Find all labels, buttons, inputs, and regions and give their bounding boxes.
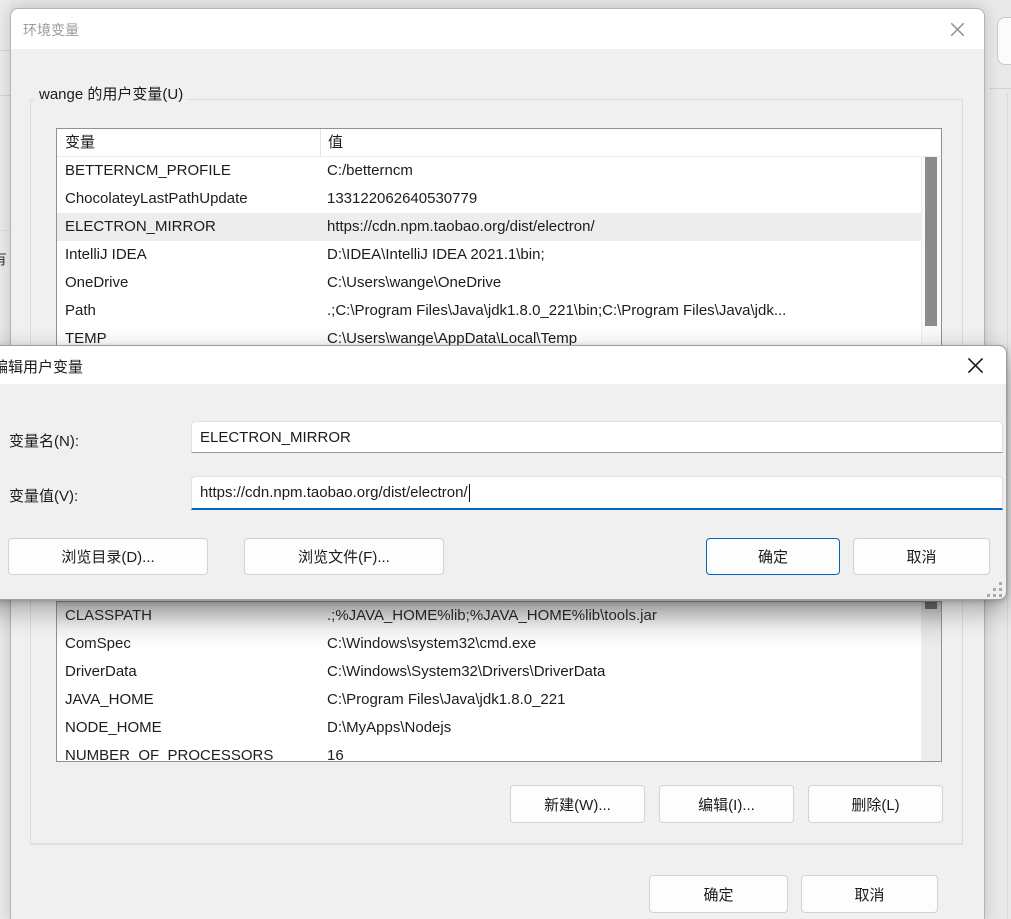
cell-variable: ChocolateyLastPathUpdate: [57, 185, 320, 213]
divider: [30, 844, 963, 845]
cell-variable: ELECTRON_MIRROR: [57, 213, 320, 241]
variable-value-input[interactable]: https://cdn.npm.taobao.org/dist/electron…: [191, 476, 1003, 510]
cell-variable: CLASSPATH: [57, 602, 320, 630]
cell-variable: DriverData: [57, 658, 320, 686]
variable-value-label: 变量值(V):: [9, 485, 78, 506]
close-icon: [950, 22, 965, 37]
cell-value: C:/betterncm: [320, 157, 941, 185]
table-row[interactable]: CLASSPATH .;%JAVA_HOME%lib;%JAVA_HOME%li…: [57, 602, 941, 630]
table-row[interactable]: OneDrive C:\Users\wange\OneDrive: [57, 269, 941, 297]
cell-variable: ComSpec: [57, 630, 320, 658]
env-dialog-title: 环境变量: [23, 20, 79, 40]
edit-close-button[interactable]: [962, 353, 988, 377]
cell-value: .;%JAVA_HOME%lib;%JAVA_HOME%lib\tools.ja…: [320, 602, 941, 630]
table-row[interactable]: ComSpec C:\Windows\system32\cmd.exe: [57, 630, 941, 658]
column-header-value[interactable]: 值: [320, 129, 941, 156]
cell-variable: BETTERNCM_PROFILE: [57, 157, 320, 185]
env-ok-button[interactable]: 确定: [649, 875, 788, 913]
system-variables-table: CLASSPATH .;%JAVA_HOME%lib;%JAVA_HOME%li…: [56, 601, 942, 762]
table-row[interactable]: NODE_HOME D:\MyApps\Nodejs: [57, 714, 941, 742]
cell-variable: JAVA_HOME: [57, 686, 320, 714]
column-header-variable[interactable]: 变量: [57, 129, 320, 156]
divider: [0, 95, 10, 96]
table-row-selected[interactable]: ELECTRON_MIRROR https://cdn.npm.taobao.o…: [57, 213, 941, 241]
browse-file-button[interactable]: 浏览文件(F)...: [244, 538, 444, 575]
divider: [0, 50, 10, 51]
table-row[interactable]: DriverData C:\Windows\System32\Drivers\D…: [57, 658, 941, 686]
browse-directory-button[interactable]: 浏览目录(D)...: [8, 538, 208, 575]
divider: [990, 88, 1011, 89]
env-dialog-titlebar[interactable]: 环境变量: [11, 9, 984, 49]
screen: 有 环境变量 wange 的用户变量(U) 变量 值 BETTERNCM_PR: [0, 0, 1011, 919]
cell-variable: OneDrive: [57, 269, 320, 297]
variable-name-label: 变量名(N):: [9, 430, 79, 451]
edit-cancel-button[interactable]: 取消: [853, 538, 990, 575]
table-row[interactable]: ChocolateyLastPathUpdate 133122062640530…: [57, 185, 941, 213]
cell-value: C:\Windows\System32\Drivers\DriverData: [320, 658, 941, 686]
table-header: 变量 值: [57, 129, 941, 157]
edit-system-variable-button[interactable]: 编辑(I)...: [659, 785, 794, 823]
table-row[interactable]: BETTERNCM_PROFILE C:/betterncm: [57, 157, 941, 185]
divider: [1007, 93, 1008, 919]
cell-value: C:\Users\wange\OneDrive: [320, 269, 941, 297]
cell-variable: Path: [57, 297, 320, 325]
edit-user-variable-dialog: 编辑用户变量 变量名(N): ELECTRON_MIRROR 变量值(V): h…: [0, 345, 1007, 600]
divider: [0, 230, 10, 231]
cell-variable: NUMBER_OF_PROCESSORS: [57, 742, 320, 762]
edit-dialog-titlebar[interactable]: 编辑用户变量: [0, 346, 1006, 384]
edit-dialog-title: 编辑用户变量: [0, 356, 83, 377]
scrollbar[interactable]: [921, 157, 941, 351]
cell-variable: IntelliJ IDEA: [57, 241, 320, 269]
clipped-background-text: 有: [0, 248, 7, 269]
edit-ok-button[interactable]: 确定: [706, 538, 840, 575]
cell-value: 133122062640530779: [320, 185, 941, 213]
variable-name-input[interactable]: ELECTRON_MIRROR: [191, 421, 1003, 453]
table-row[interactable]: IntelliJ IDEA D:\IDEA\IntelliJ IDEA 2021…: [57, 241, 941, 269]
table-row[interactable]: NUMBER_OF_PROCESSORS 16: [57, 742, 941, 762]
cell-value: C:\Windows\system32\cmd.exe: [320, 630, 941, 658]
close-icon: [967, 357, 984, 374]
cell-value: https://cdn.npm.taobao.org/dist/electron…: [320, 213, 941, 241]
cell-value: 16: [320, 742, 941, 762]
env-cancel-button[interactable]: 取消: [801, 875, 938, 913]
new-system-variable-button[interactable]: 新建(W)...: [510, 785, 645, 823]
delete-system-variable-button[interactable]: 删除(L): [808, 785, 943, 823]
background-button-fragment: [997, 17, 1011, 65]
env-close-button[interactable]: [944, 17, 970, 41]
scrollbar[interactable]: [921, 602, 941, 761]
cell-variable: NODE_HOME: [57, 714, 320, 742]
cell-value: D:\MyApps\Nodejs: [320, 714, 941, 742]
cell-value: .;C:\Program Files\Java\jdk1.8.0_221\bin…: [320, 297, 941, 325]
variable-value-value: https://cdn.npm.taobao.org/dist/electron…: [200, 484, 468, 501]
cell-value: D:\IDEA\IntelliJ IDEA 2021.1\bin;: [320, 241, 941, 269]
table-row[interactable]: JAVA_HOME C:\Program Files\Java\jdk1.8.0…: [57, 686, 941, 714]
scrollbar-thumb[interactable]: [925, 157, 937, 326]
user-variables-group-label: wange 的用户变量(U): [34, 83, 188, 104]
variable-name-value: ELECTRON_MIRROR: [200, 429, 351, 446]
user-variables-table: 变量 值 BETTERNCM_PROFILE C:/betterncm Choc…: [56, 128, 942, 352]
text-caret: [469, 484, 470, 502]
table-row[interactable]: Path .;C:\Program Files\Java\jdk1.8.0_22…: [57, 297, 941, 325]
cell-value: C:\Program Files\Java\jdk1.8.0_221: [320, 686, 941, 714]
scrollbar-thumb[interactable]: [925, 602, 937, 609]
resize-grip-icon[interactable]: [986, 581, 1002, 597]
